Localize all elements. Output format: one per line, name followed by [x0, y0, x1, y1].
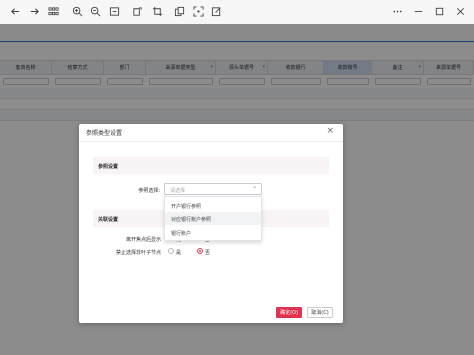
more-icon[interactable]: [390, 4, 404, 18]
ok-button[interactable]: 确定(O): [276, 307, 302, 318]
back-icon[interactable]: [8, 4, 22, 18]
forbid-select-no-label: 否: [205, 250, 211, 256]
maximize-icon[interactable]: [432, 4, 446, 18]
ref-select-dropdown[interactable]: 请选择 ⌃: [164, 183, 262, 195]
grid-icon[interactable]: [46, 4, 60, 18]
ref-select-placeholder: 请选择: [170, 188, 186, 194]
zoom-in-icon[interactable]: [70, 4, 84, 18]
crop-icon[interactable]: [150, 4, 164, 18]
forward-icon[interactable]: [27, 4, 41, 18]
minimize-icon[interactable]: [411, 4, 425, 18]
option-bank-account[interactable]: 银行账户: [165, 226, 261, 239]
dialog-title: 参照类型设置: [86, 130, 123, 137]
option-bank-ref[interactable]: 开户银行参照: [165, 199, 261, 212]
edit-icon[interactable]: [209, 4, 223, 18]
rotate-icon[interactable]: [130, 4, 144, 18]
browser-toolbar: [0, 0, 474, 24]
forbid-select-no-radio[interactable]: [197, 248, 203, 254]
auto-display-label: 离开焦点后显示: [125, 237, 161, 243]
close-icon[interactable]: ×: [326, 127, 334, 136]
option-account-ref[interactable]: 对应银行账户参照: [165, 212, 261, 225]
chevron-up-icon: ⌃: [251, 186, 257, 193]
dialog-divider: [79, 141, 343, 142]
ref-select-options: 开户银行参照 对应银行账户参照 银行账户: [164, 196, 262, 241]
copy-icon[interactable]: [172, 4, 186, 18]
section-reference-settings: 参照设置: [93, 157, 329, 174]
expand-icon[interactable]: [191, 4, 205, 18]
forbid-select-yes-radio[interactable]: [168, 248, 174, 254]
cancel-button[interactable]: 取消(C): [307, 307, 333, 318]
close-icon[interactable]: [453, 4, 467, 18]
forbid-select-label: 禁止选择非叶子节点: [115, 250, 161, 256]
fit-page-icon[interactable]: [107, 4, 121, 18]
zoom-out-icon[interactable]: [88, 4, 102, 18]
forbid-select-yes-label: 是: [176, 250, 182, 256]
ref-select-label: 参照选择:: [138, 188, 160, 194]
